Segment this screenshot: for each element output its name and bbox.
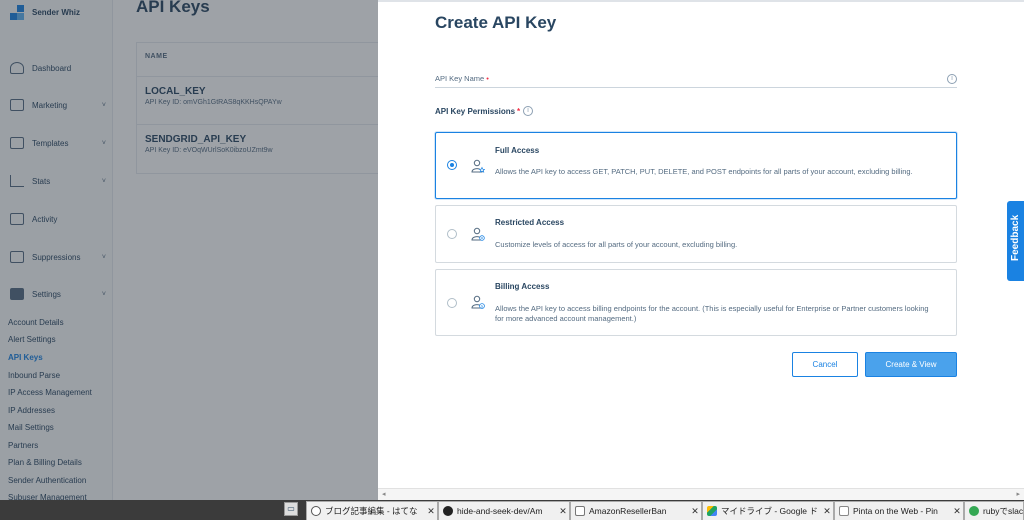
- info-icon[interactable]: i: [523, 106, 533, 116]
- create-and-view-button[interactable]: Create & View: [865, 352, 957, 377]
- svg-text:$: $: [481, 305, 483, 309]
- option-description: Allows the API key to access billing end…: [495, 304, 929, 323]
- app-window: Sender Whiz Dashboard Marketing ˅ Templa…: [0, 0, 1024, 520]
- scroll-left-icon[interactable]: ◂: [382, 490, 386, 498]
- feedback-tab[interactable]: Feedback: [1007, 201, 1024, 281]
- check-icon: [969, 506, 979, 516]
- permissions-label: API Key Permissions *: [435, 107, 521, 116]
- tab-label: ブログ記事編集 - はてな: [325, 506, 418, 516]
- user-gear-icon: [471, 227, 485, 241]
- close-icon[interactable]: ✕: [557, 506, 569, 517]
- browser-tab[interactable]: rubyでslac: [964, 501, 1024, 520]
- close-icon[interactable]: ✕: [821, 506, 833, 517]
- option-title: Billing Access: [495, 282, 550, 291]
- option-description: Allows the API key to access GET, PATCH,…: [495, 167, 913, 176]
- tab-label: Pinta on the Web - Pin: [853, 506, 938, 516]
- radio-full-access[interactable]: [447, 160, 457, 170]
- browser-tab[interactable]: AmazonResellerBan ✕: [570, 501, 702, 520]
- scroll-right-icon[interactable]: ▸: [1016, 490, 1020, 498]
- api-key-name-label: API Key Name •: [435, 74, 489, 83]
- cancel-button[interactable]: Cancel: [792, 352, 858, 377]
- window-switcher-icon[interactable]: ▭: [284, 502, 298, 516]
- user-dollar-icon: $: [471, 295, 485, 309]
- required-mark: •: [486, 74, 489, 83]
- tab-label: マイドライブ - Google ド: [721, 506, 818, 516]
- user-star-icon: [471, 159, 485, 173]
- browser-taskbar: ▭ ブログ記事編集 - はてな ✕ hide-and-seek-dev/Am ✕…: [0, 500, 1024, 520]
- option-full-access[interactable]: Full Access Allows the API key to access…: [435, 132, 957, 199]
- google-drive-icon: [707, 506, 717, 516]
- create-api-key-panel: Create API Key API Key Name • i API Key P…: [378, 0, 1024, 500]
- horizontal-scrollbar[interactable]: ◂ ▸: [378, 488, 1024, 500]
- option-description: Customize levels of access for all parts…: [495, 240, 738, 249]
- github-icon: [443, 506, 453, 516]
- option-restricted-access[interactable]: Restricted Access Customize levels of ac…: [435, 205, 957, 263]
- tab-label: hide-and-seek-dev/Am: [457, 506, 543, 516]
- modal-title: Create API Key: [435, 13, 557, 32]
- radio-billing-access[interactable]: [447, 298, 457, 308]
- browser-tab[interactable]: ブログ記事編集 - はてな ✕: [306, 501, 438, 520]
- option-billing-access[interactable]: $ Billing Access Allows the API key to a…: [435, 269, 957, 336]
- paintbrush-icon: [839, 506, 849, 516]
- document-icon: [575, 506, 585, 516]
- required-mark: *: [517, 107, 521, 116]
- api-key-name-field[interactable]: API Key Name • i: [435, 70, 957, 88]
- info-icon[interactable]: i: [947, 74, 957, 84]
- close-icon[interactable]: ✕: [689, 506, 701, 517]
- tab-label: rubyでslac: [983, 506, 1023, 516]
- modal-overlay[interactable]: [0, 0, 378, 500]
- radio-restricted-access[interactable]: [447, 229, 457, 239]
- browser-tab[interactable]: hide-and-seek-dev/Am ✕: [438, 501, 570, 520]
- tab-label: AmazonResellerBan: [589, 506, 667, 516]
- option-title: Restricted Access: [495, 218, 565, 227]
- close-icon[interactable]: ✕: [425, 506, 437, 517]
- info-icon: [311, 506, 321, 516]
- option-title: Full Access: [495, 146, 540, 155]
- feedback-label: Feedback: [1010, 214, 1021, 261]
- browser-tab[interactable]: Pinta on the Web - Pin ✕: [834, 501, 964, 520]
- browser-tab[interactable]: マイドライブ - Google ド ✕: [702, 501, 834, 520]
- close-icon[interactable]: ✕: [951, 506, 963, 517]
